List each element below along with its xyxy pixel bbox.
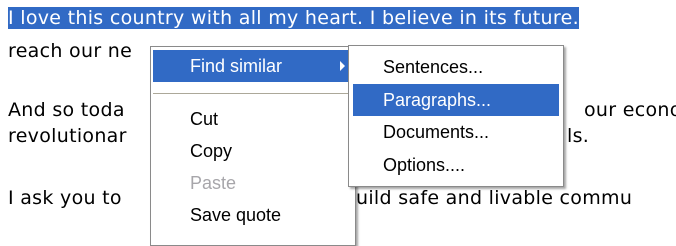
context-menu: Find similar Cut Copy Paste Save quote bbox=[150, 46, 356, 246]
paste-label: Paste bbox=[190, 173, 237, 193]
document-line-3-end: our econo bbox=[584, 99, 676, 121]
options-label: Options.... bbox=[383, 155, 466, 175]
sentences-label: Sentences... bbox=[383, 57, 484, 77]
document-line-5-start: I ask you to bbox=[8, 187, 122, 209]
selected-text[interactable]: I love this country with all my heart. I… bbox=[8, 7, 579, 29]
menu-separator bbox=[153, 93, 353, 94]
cut-label: Cut bbox=[190, 109, 219, 129]
find-similar-label: Find similar bbox=[190, 56, 283, 76]
documents-label: Documents... bbox=[383, 122, 490, 142]
submenu-item-options[interactable]: Options.... bbox=[353, 149, 559, 181]
document-line-5-end: uild safe and livable commu bbox=[356, 187, 633, 209]
menu-item-find-similar[interactable]: Find similar bbox=[153, 50, 353, 82]
document-line-3-start: And so toda bbox=[8, 99, 125, 121]
submenu-item-sentences[interactable]: Sentences... bbox=[353, 51, 559, 83]
submenu-item-documents[interactable]: Documents... bbox=[353, 116, 559, 148]
submenu-item-paragraphs[interactable]: Paragraphs... bbox=[353, 84, 559, 116]
menu-item-cut[interactable]: Cut bbox=[153, 103, 353, 135]
document-line-2: reach our ne bbox=[8, 40, 133, 62]
document-line-4-start: revolutionar bbox=[8, 125, 127, 147]
document-line-1: I love this country with all my heart. I… bbox=[8, 7, 579, 30]
find-similar-submenu: Sentences... Paragraphs... Documents... … bbox=[348, 45, 564, 187]
menu-item-save-quote[interactable]: Save quote bbox=[153, 199, 353, 231]
menu-item-copy[interactable]: Copy bbox=[153, 135, 353, 167]
document-line-4-end: ls. bbox=[567, 125, 590, 147]
save-quote-label: Save quote bbox=[190, 205, 282, 225]
menu-item-paste: Paste bbox=[153, 167, 353, 199]
paragraphs-label: Paragraphs... bbox=[383, 90, 492, 110]
submenu-arrow-icon bbox=[340, 61, 345, 71]
copy-label: Copy bbox=[190, 141, 233, 161]
